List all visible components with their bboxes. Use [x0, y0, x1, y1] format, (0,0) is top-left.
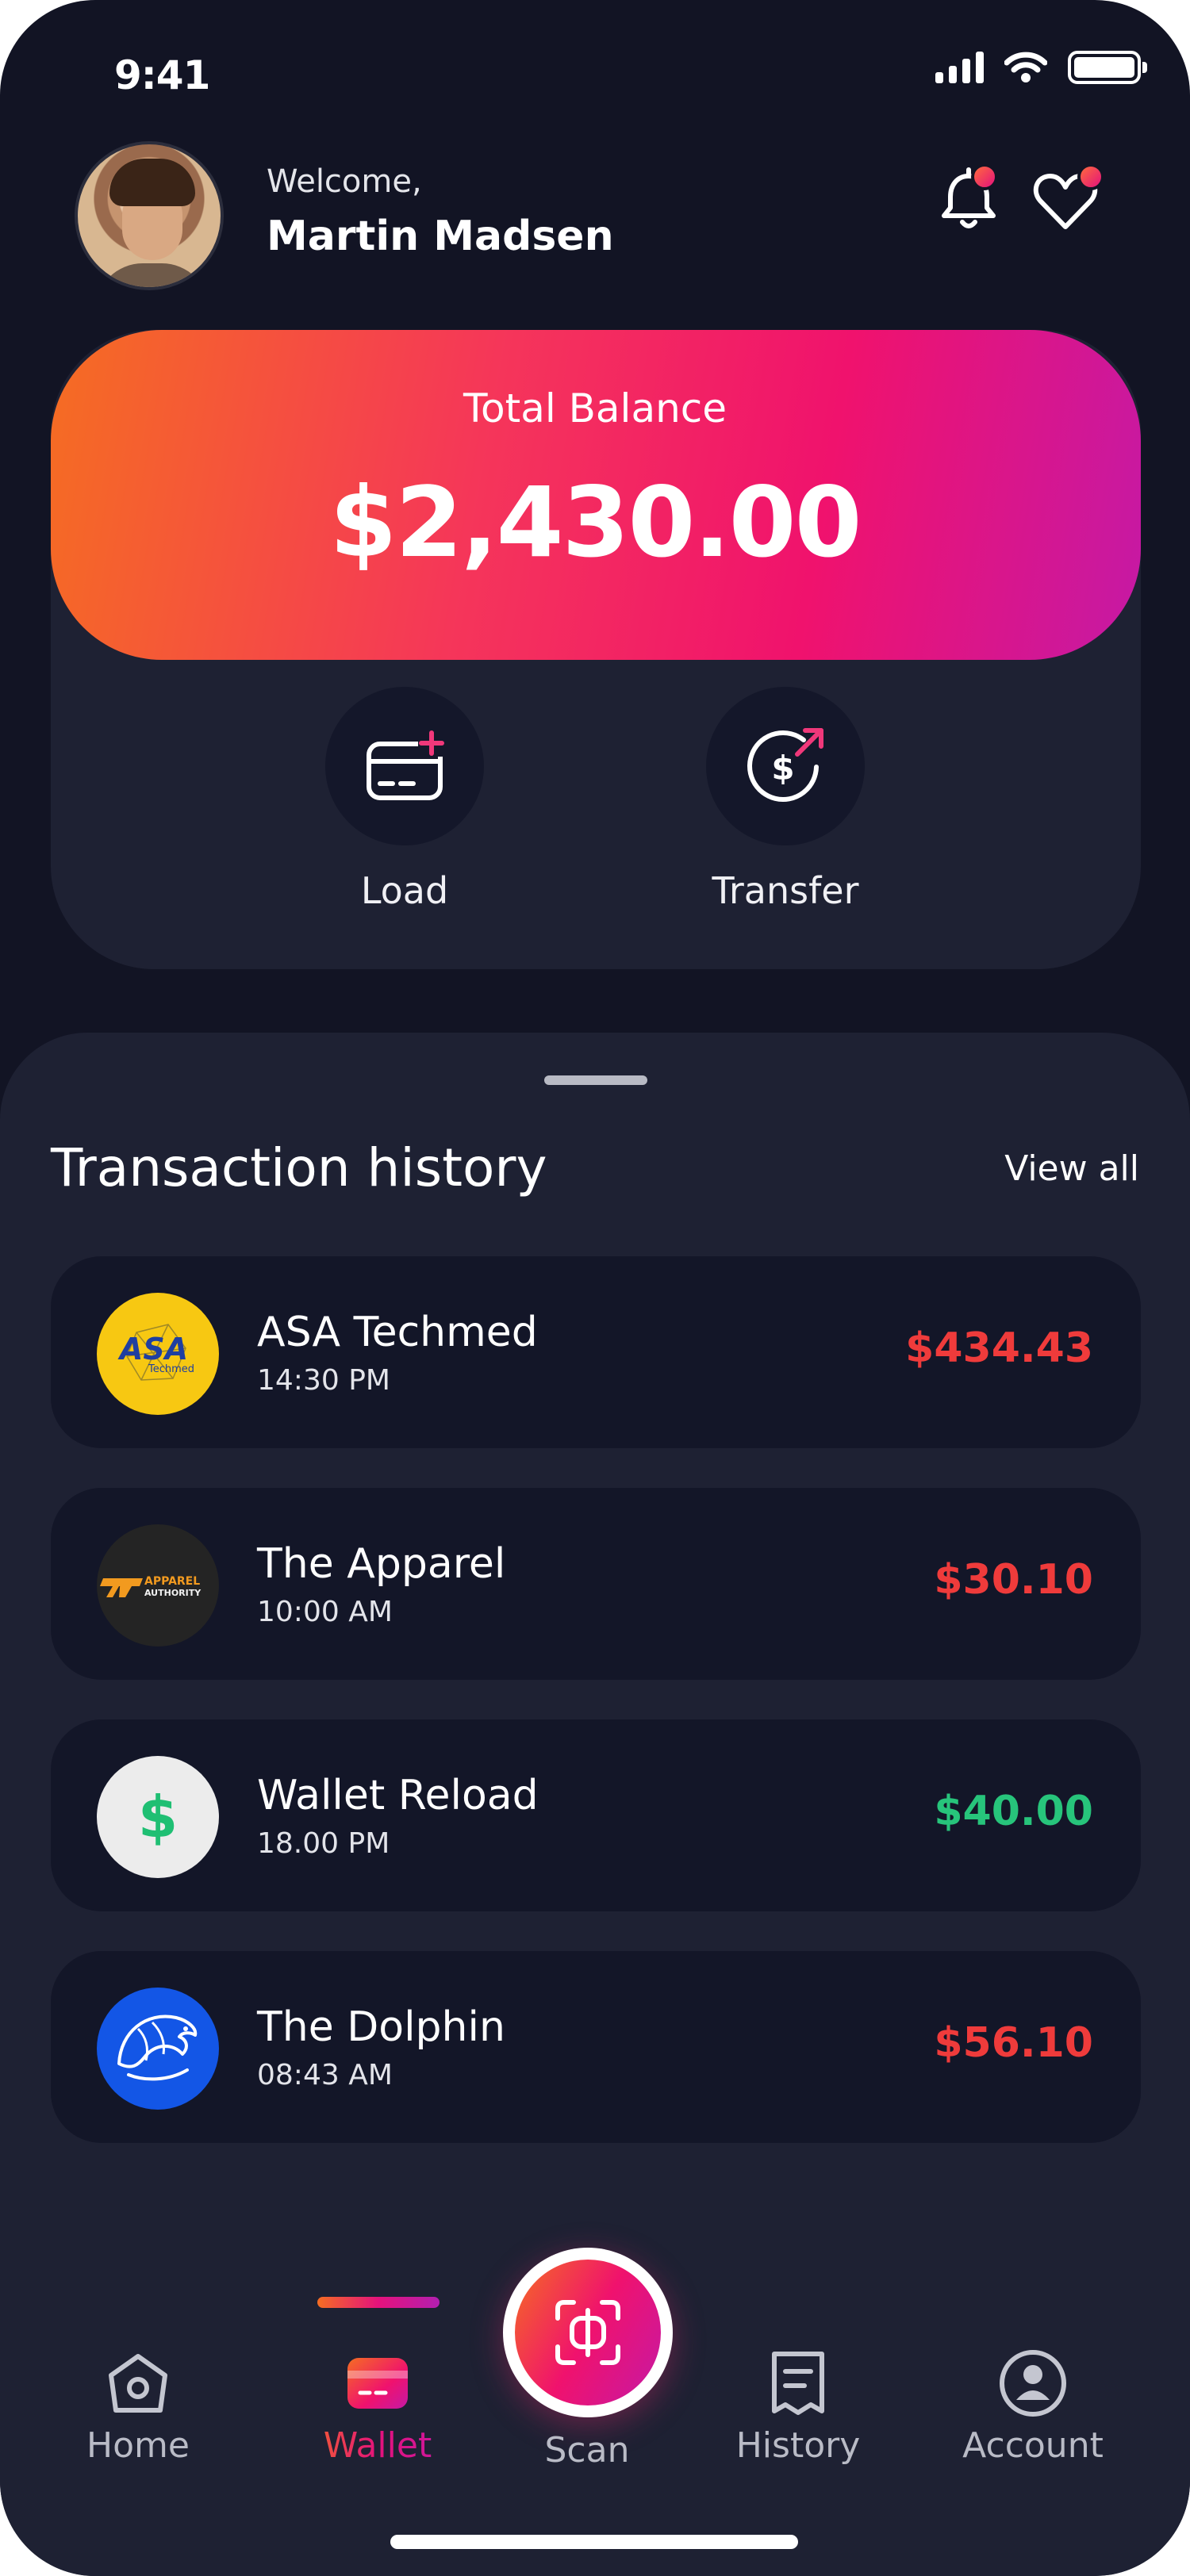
- card-add-icon: [367, 730, 445, 800]
- transaction-amount: $30.10: [934, 1556, 1093, 1604]
- dolphin-logo: [97, 1988, 219, 2110]
- status-icons: [935, 51, 1147, 84]
- transaction-row[interactable]: APPAREL AUTHORITY The Apparel 10:00 AM $…: [51, 1488, 1141, 1680]
- scan-icon: [555, 2300, 620, 2365]
- battery-icon: [1068, 51, 1147, 84]
- transaction-history-title: Transaction history: [51, 1137, 547, 1198]
- nav-wallet-label: Wallet: [298, 2425, 457, 2466]
- transaction-name: Wallet Reload: [257, 1772, 539, 1819]
- balance-amount: $2,430.00: [329, 466, 862, 579]
- nav-account[interactable]: Account: [954, 2348, 1112, 2466]
- transaction-time: 08:43 AM: [257, 2059, 393, 2091]
- phone-screen: 9:41 Welcome, Martin Madsen Total Balanc…: [0, 0, 1190, 2576]
- nav-wallet[interactable]: Wallet: [298, 2348, 457, 2466]
- dollar-icon: $: [137, 1784, 178, 1850]
- sheet-drag-handle[interactable]: [544, 1075, 647, 1085]
- notifications-button[interactable]: [933, 163, 1004, 236]
- active-tab-indicator: [317, 2297, 440, 2308]
- welcome-text: Welcome,: [267, 163, 422, 200]
- transaction-row[interactable]: $ Wallet Reload 18.00 PM $40.00: [51, 1719, 1141, 1911]
- favorites-button[interactable]: [1030, 163, 1104, 236]
- svg-text:ASA: ASA: [117, 1332, 188, 1367]
- svg-text:$: $: [771, 749, 794, 788]
- dollar-transfer-icon: $: [747, 728, 823, 802]
- transaction-name: ASA Techmed: [257, 1309, 538, 1356]
- asa-techmed-logo: ASA Techmed: [97, 1293, 219, 1415]
- apparel-authority-logo: APPAREL AUTHORITY: [97, 1524, 219, 1646]
- transaction-amount: $40.00: [934, 1788, 1093, 1835]
- account-icon: [1000, 2350, 1066, 2417]
- home-indicator[interactable]: [390, 2535, 798, 2549]
- nav-home[interactable]: Home: [59, 2348, 217, 2466]
- notification-badge: [971, 163, 998, 190]
- svg-text:Techmed: Techmed: [148, 1363, 194, 1375]
- balance-label: Total Balance: [463, 385, 727, 431]
- avatar[interactable]: [75, 141, 224, 290]
- nav-history-label: History: [735, 2425, 861, 2466]
- transfer-label: Transfer: [712, 869, 859, 912]
- transaction-name: The Dolphin: [257, 2003, 505, 2051]
- wallet-icon: [347, 2358, 408, 2409]
- transaction-time: 18.00 PM: [257, 1827, 390, 1860]
- transaction-time: 10:00 AM: [257, 1596, 393, 1628]
- svg-text:AUTHORITY: AUTHORITY: [144, 1588, 202, 1598]
- transaction-row[interactable]: ASA Techmed ASA Techmed 14:30 PM $434.43: [51, 1256, 1141, 1448]
- svg-text:APPAREL: APPAREL: [144, 1575, 200, 1588]
- transaction-name: The Apparel: [257, 1540, 506, 1588]
- favorites-badge: [1077, 163, 1104, 190]
- wifi-icon: [1004, 52, 1047, 82]
- transaction-row[interactable]: The Dolphin 08:43 AM $56.10: [51, 1951, 1141, 2143]
- load-label: Load: [360, 869, 449, 912]
- receipt-icon: [772, 2352, 824, 2415]
- view-all-link[interactable]: View all: [1004, 1148, 1139, 1189]
- transaction-time: 14:30 PM: [257, 1364, 390, 1397]
- status-time: 9:41: [114, 52, 210, 98]
- nav-scan-label: Scan: [544, 2430, 630, 2471]
- transfer-button[interactable]: $ Transfer: [706, 687, 865, 912]
- wallet-reload-logo: $: [97, 1756, 219, 1878]
- transaction-amount: $56.10: [934, 2019, 1093, 2067]
- nav-account-label: Account: [962, 2425, 1104, 2466]
- transaction-amount: $434.43: [905, 1324, 1093, 1372]
- user-name: Martin Madsen: [267, 213, 614, 260]
- home-icon: [109, 2354, 167, 2413]
- cellular-signal-icon: [935, 52, 984, 83]
- nav-history[interactable]: History: [719, 2348, 877, 2466]
- nav-home-label: Home: [86, 2425, 190, 2466]
- load-button[interactable]: Load: [325, 687, 484, 912]
- scan-button[interactable]: [503, 2248, 673, 2417]
